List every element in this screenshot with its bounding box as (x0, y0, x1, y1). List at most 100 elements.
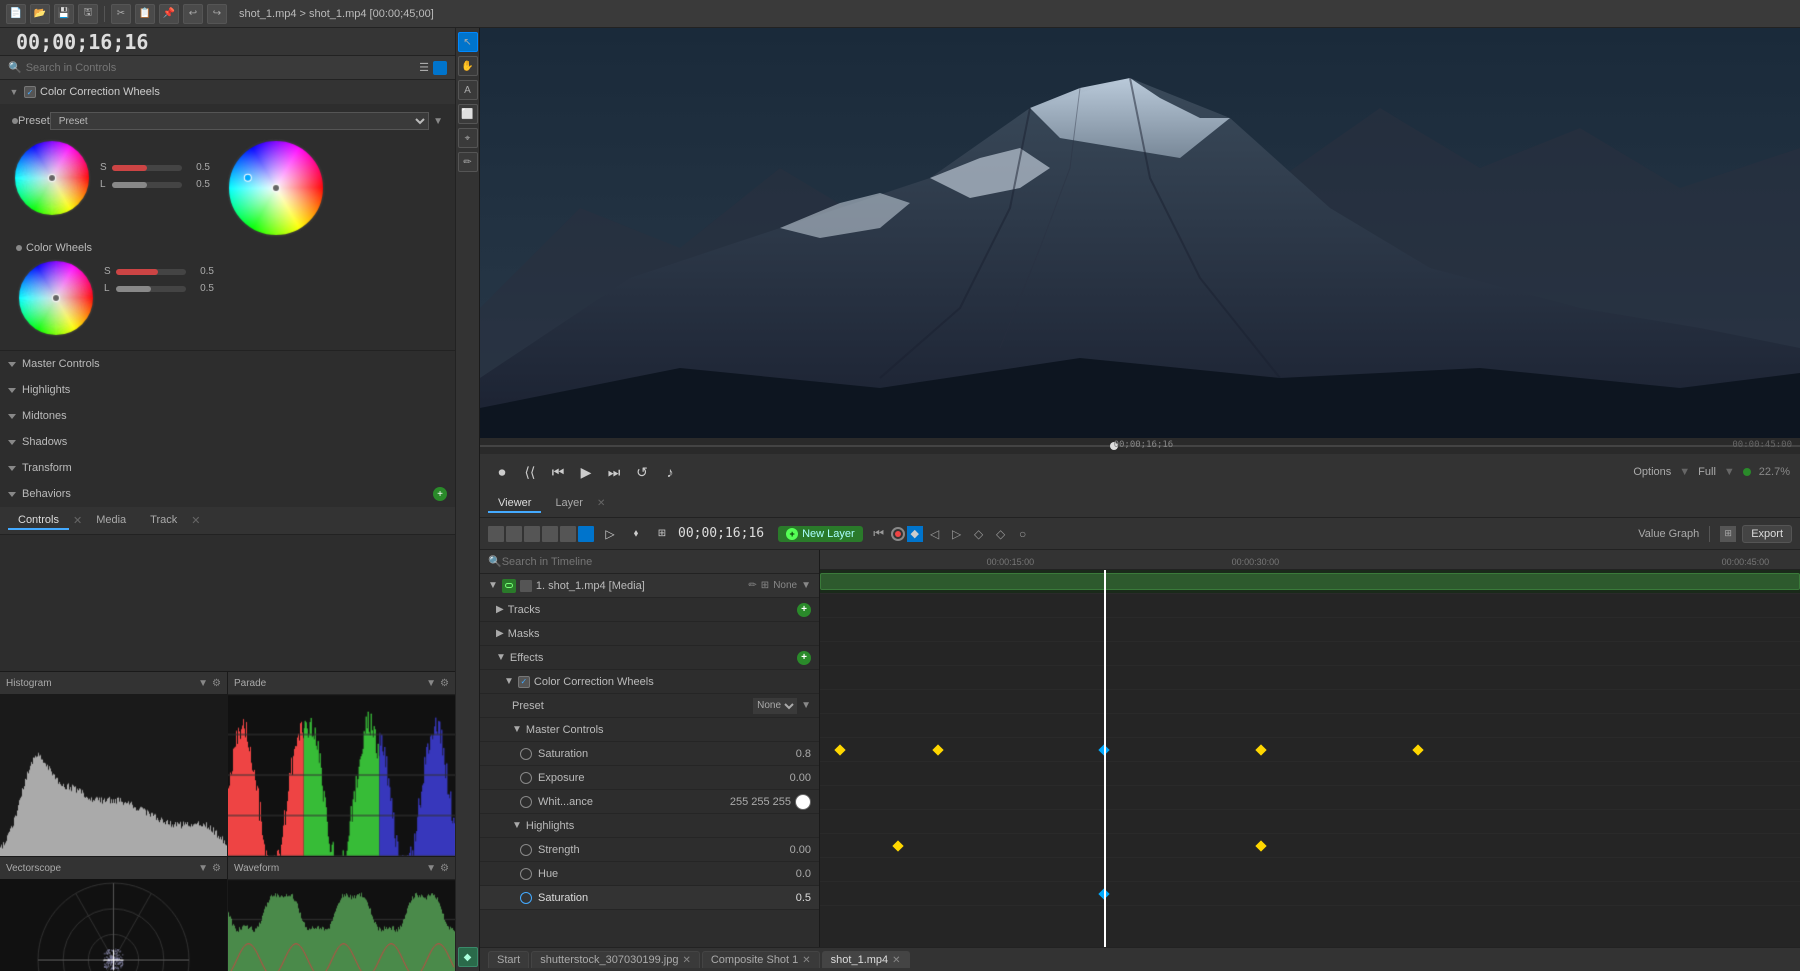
comp-icon[interactable]: ⊞ (761, 580, 769, 591)
histogram-settings[interactable]: ⚙ (212, 678, 221, 689)
s-slider[interactable] (112, 165, 182, 171)
track-row[interactable]: ▼ ✓ Color Correction Wheels (480, 670, 819, 694)
search-controls-input[interactable] (26, 62, 415, 74)
tab-controls[interactable]: Controls (8, 512, 69, 530)
s2-slider[interactable] (116, 269, 186, 275)
vectorscope-menu[interactable]: ▼ (198, 863, 208, 874)
tab-start[interactable]: Start (488, 951, 529, 968)
value-graph-btn[interactable]: Value Graph (1638, 528, 1699, 540)
copy-btn[interactable]: 📋 (135, 4, 155, 24)
kf-diamond[interactable] (1255, 744, 1266, 755)
track-row[interactable]: ▼ Effects + (480, 646, 819, 670)
track-row[interactable]: ▼ 1. shot_1.mp4 [Media] ✏ ⊞ None ▼ (480, 574, 819, 598)
tl-kf-3[interactable]: ◇ (991, 524, 1011, 544)
tab-track[interactable]: Track (140, 512, 187, 530)
preset-dropdown[interactable]: Preset (50, 112, 429, 130)
tab-composite[interactable]: Composite Shot 1 ✕ (702, 951, 820, 968)
timeline-tool-key[interactable]: ⬧ (626, 524, 646, 544)
l2-slider[interactable] (116, 286, 186, 292)
timeline-ruler[interactable]: 00:00:15:00 00:00:30:00 00:00:45:00 (820, 550, 1800, 570)
shadows-header[interactable]: Shadows (8, 431, 447, 453)
vectorscope-settings[interactable]: ⚙ (212, 863, 221, 874)
tab-shutterstock[interactable]: shutterstock_307030199.jpg ✕ (531, 951, 700, 968)
pointer-tool[interactable]: ↖ (458, 32, 478, 52)
list-view-icon[interactable]: ☰ (419, 61, 429, 74)
ccw-enable-checkbox[interactable]: ✓ (24, 86, 36, 98)
midtones-header[interactable]: Midtones (8, 405, 447, 427)
ccw-tl-checkbox[interactable]: ✓ (518, 676, 530, 688)
bottom-tool[interactable]: ◆ (458, 947, 478, 967)
options-btn[interactable]: Options (1633, 466, 1671, 478)
transport-loop[interactable]: ↺ (630, 460, 654, 484)
track-row[interactable]: ▼ Highlights (480, 814, 819, 838)
save-btn[interactable]: 💾 (54, 4, 74, 24)
track-row[interactable]: Hue 0.0 (480, 862, 819, 886)
add-effect-btn[interactable]: + (797, 651, 811, 665)
tl-kf-prev[interactable]: ◁ (925, 524, 945, 544)
paste-btn[interactable]: 📌 (159, 4, 179, 24)
ccw-section-header[interactable]: ▼ ✓ Color Correction Wheels (0, 80, 455, 104)
pen-tool[interactable]: ✏ (458, 152, 478, 172)
hand-tool[interactable]: ✋ (458, 56, 478, 76)
shadow-wheel[interactable] (12, 138, 92, 218)
l-slider[interactable] (112, 182, 182, 188)
redo-btn[interactable]: ↪ (207, 4, 227, 24)
cut-btn[interactable]: ✂ (111, 4, 131, 24)
track-eye[interactable] (502, 579, 516, 593)
track-row[interactable]: ▶ Tracks + (480, 598, 819, 622)
text-tool[interactable]: A (458, 80, 478, 100)
track-row[interactable]: Strength 0.00 (480, 838, 819, 862)
layout-btn-active[interactable] (578, 526, 594, 542)
transport-play[interactable]: ▶ (574, 460, 598, 484)
master-controls-header[interactable]: Master Controls (8, 353, 447, 375)
histogram-menu[interactable]: ▼ (198, 678, 208, 689)
edit-icon[interactable]: ✏ (748, 580, 756, 591)
tab-media[interactable]: Media (86, 512, 136, 530)
new-layer-button[interactable]: + New Layer (778, 526, 863, 542)
shutterstock-tab-close[interactable]: ✕ (682, 955, 690, 966)
highlights-header[interactable]: Highlights (8, 379, 447, 401)
kf-diamond[interactable] (932, 744, 943, 755)
none-arrow[interactable]: ▼ (801, 580, 811, 591)
kf-diamond[interactable] (834, 744, 845, 755)
track-row[interactable]: ▶ Masks (480, 622, 819, 646)
tab-viewer[interactable]: Viewer (488, 495, 541, 513)
layer-tab-close[interactable]: ✕ (597, 498, 605, 509)
kf-diamond[interactable] (1412, 744, 1423, 755)
add-behavior-btn[interactable]: + (433, 487, 447, 501)
open-btn[interactable]: 📂 (30, 4, 50, 24)
track-row[interactable]: Saturation 0.8 (480, 742, 819, 766)
tl-kf-2[interactable]: ◇ (969, 524, 989, 544)
tab-layer[interactable]: Layer (545, 495, 593, 513)
kf-strength-2[interactable] (1255, 840, 1266, 851)
media-clip[interactable] (820, 573, 1800, 590)
timeline-tool-play[interactable]: ▷ (600, 524, 620, 544)
tl-kf-next[interactable]: ▷ (947, 524, 967, 544)
shape-tool[interactable]: ⬜ (458, 104, 478, 124)
large-color-wheel[interactable] (226, 138, 326, 238)
track-row[interactable]: Exposure 0.00 (480, 766, 819, 790)
timeline-tool-snap[interactable]: ⊞ (652, 524, 672, 544)
timeline-search-input[interactable] (502, 556, 811, 568)
parade-settings[interactable]: ⚙ (440, 678, 449, 689)
filter-active-btn[interactable] (433, 61, 447, 75)
track-row[interactable]: Saturation 0.5 (480, 886, 819, 910)
playhead[interactable] (1104, 570, 1106, 947)
layout-btn-3[interactable] (524, 526, 540, 542)
wb-color-btn[interactable] (795, 794, 811, 810)
transport-step-fwd[interactable]: ⏭ (602, 460, 626, 484)
behaviors-header[interactable]: Behaviors + (8, 483, 447, 505)
export-button[interactable]: Export (1742, 525, 1792, 543)
transport-step-back[interactable]: ⏮ (546, 460, 570, 484)
undo-btn[interactable]: ↩ (183, 4, 203, 24)
tab-shot1[interactable]: shot_1.mp4 ✕ (822, 951, 910, 968)
track-row[interactable]: Whit...ance 255 255 255 (480, 790, 819, 814)
parade-menu[interactable]: ▼ (426, 678, 436, 689)
add-track-btn[interactable]: + (797, 603, 811, 617)
waveform-settings[interactable]: ⚙ (440, 863, 449, 874)
transport-prev-frame[interactable]: ⟨⟨ (518, 460, 542, 484)
tl-kf-4[interactable]: ○ (1013, 524, 1033, 544)
save-as-btn[interactable]: 🖫 (78, 4, 98, 24)
preset-tl-dropdown[interactable]: None (753, 698, 797, 714)
kf-strength-1[interactable] (893, 840, 904, 851)
